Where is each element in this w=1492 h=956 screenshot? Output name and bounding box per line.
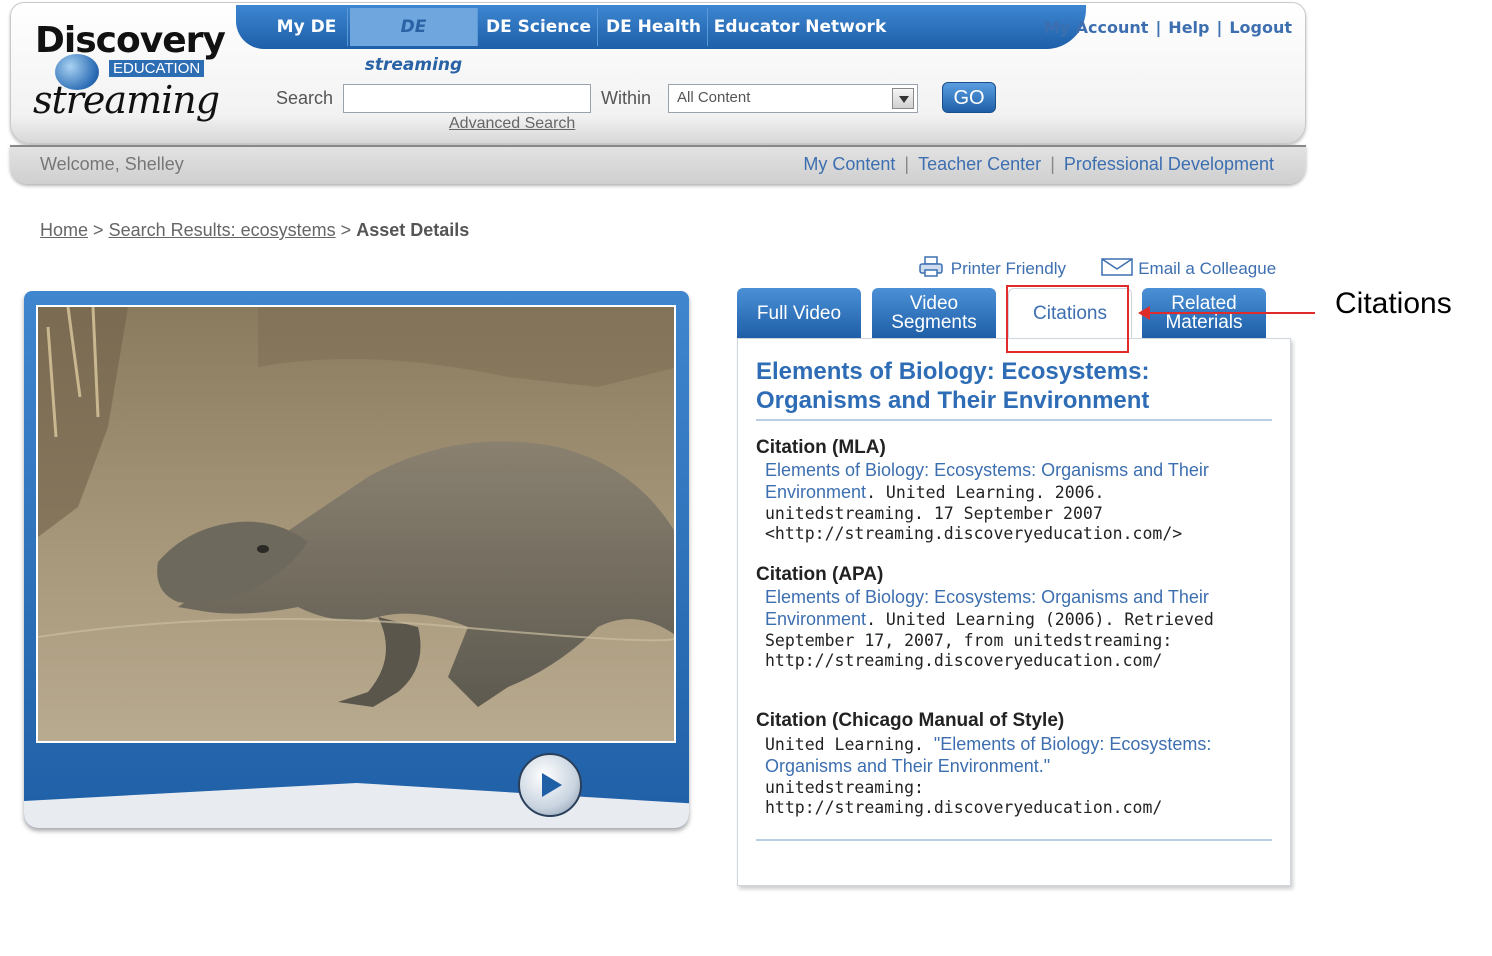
account-links: My Account | Help | Logout <box>1043 18 1292 37</box>
within-select[interactable]: All Content <box>668 84 918 113</box>
nav-de-science[interactable]: DE Science <box>480 8 598 46</box>
search-input[interactable] <box>343 84 591 113</box>
citations-tab-highlight <box>1006 285 1129 353</box>
divider <box>756 419 1272 421</box>
sub-nav: My Content | Teacher Center | Professional D… <box>803 154 1274 174</box>
play-button[interactable] <box>518 753 582 817</box>
professional-development-link[interactable]: Professional Development <box>1064 154 1274 174</box>
welcome-message: Welcome, Shelley <box>40 154 184 174</box>
citation-chicago-heading: Citation (Chicago Manual of Style) <box>756 710 1065 731</box>
citation-apa-text: Elements of Biology: Ecosystems: Organis… <box>765 587 1214 671</box>
citation-apa-heading: Citation (APA) <box>756 564 884 585</box>
utility-links: Printer Friendly Email a Colleague <box>918 256 1276 279</box>
discovery-streaming-logo[interactable]: Discovery EDUCATION streaming <box>33 18 226 128</box>
advanced-search-link[interactable]: Advanced Search <box>449 115 575 133</box>
callout-label: Citations <box>1335 287 1452 320</box>
go-button[interactable]: GO <box>942 82 996 113</box>
nav-educator-network[interactable]: Educator Network <box>710 8 890 46</box>
printer-friendly-link[interactable]: Printer Friendly <box>951 259 1066 278</box>
teacher-center-link[interactable]: Teacher Center <box>918 154 1041 174</box>
within-label: Within <box>601 88 652 108</box>
citation-mla-text: Elements of Biology: Ecosystems: Organis… <box>765 460 1209 544</box>
nav-de-health[interactable]: DE Health <box>600 8 708 46</box>
breadcrumb-separator: > <box>93 220 104 240</box>
nav-my-de[interactable]: My DE <box>266 8 348 46</box>
my-account-link[interactable]: My Account <box>1044 18 1149 37</box>
search-label: Search <box>276 88 334 108</box>
breadcrumb-home[interactable]: Home <box>40 220 88 240</box>
main-nav: My DE DE streaming DE Science DE Health … <box>236 5 1086 75</box>
logo-streaming-text: streaming <box>33 78 220 122</box>
divider <box>756 839 1272 841</box>
asset-title: Elements of Biology: Ecosystems: Organis… <box>756 358 1150 414</box>
breadcrumb-search-results[interactable]: Search Results: ecosystems <box>109 220 336 240</box>
my-content-link[interactable]: My Content <box>803 154 895 174</box>
breadcrumb-separator: > <box>340 220 352 240</box>
printer-icon[interactable] <box>918 256 946 278</box>
chevron-down-icon[interactable] <box>892 88 914 109</box>
tab-full-video[interactable]: Full Video <box>737 288 861 338</box>
video-frame[interactable] <box>36 305 676 743</box>
tab-video-segments[interactable]: Video Segments <box>872 288 996 338</box>
breadcrumb: Home > Search Results: ecosystems > Asse… <box>40 220 469 241</box>
callout-line <box>1145 312 1315 314</box>
player-controls-bar <box>24 783 689 828</box>
logo-discovery-text: Discovery <box>35 20 226 61</box>
logout-link[interactable]: Logout <box>1229 18 1292 37</box>
help-link[interactable]: Help <box>1168 18 1209 37</box>
citation-mla-heading: Citation (MLA) <box>756 437 886 458</box>
logo-education-text: EDUCATION <box>109 60 205 77</box>
nav-de-streaming[interactable]: DE streaming <box>350 8 478 75</box>
breadcrumb-current: Asset Details <box>356 220 470 240</box>
video-player <box>24 291 689 828</box>
email-icon[interactable] <box>1101 257 1134 277</box>
komodo-dragon-video-still <box>38 307 674 741</box>
email-colleague-link[interactable]: Email a Colleague <box>1138 259 1276 278</box>
citation-chicago-text: United Learning. "Elements of Biology: E… <box>765 734 1212 818</box>
within-selected-value: All Content <box>677 89 751 106</box>
